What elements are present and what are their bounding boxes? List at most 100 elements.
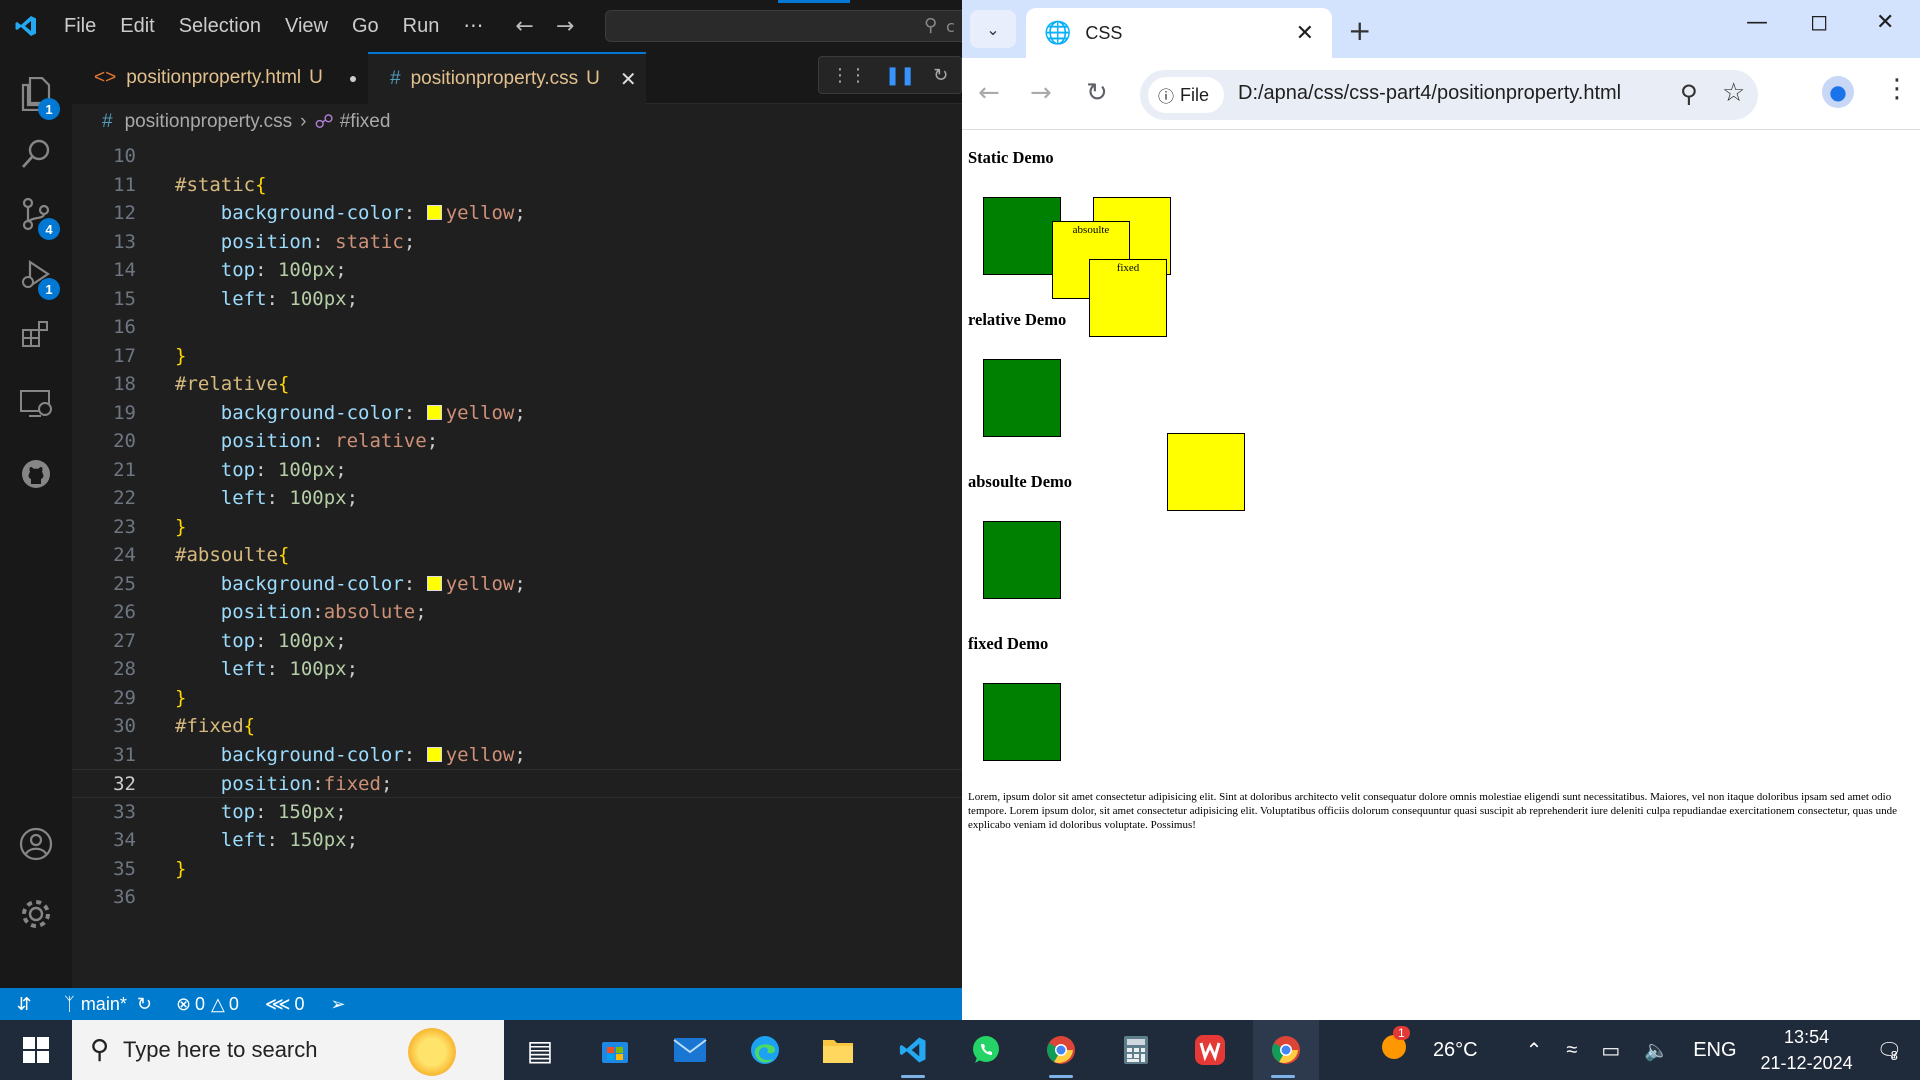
microsoft-store-icon[interactable] bbox=[585, 1020, 645, 1080]
code-line[interactable]: 20 position: relative; bbox=[72, 427, 962, 456]
live-share-icon[interactable]: ➢ bbox=[331, 994, 346, 1015]
color-swatch-icon[interactable] bbox=[426, 205, 442, 220]
code-line[interactable]: 27 top: 100px; bbox=[72, 627, 962, 656]
new-tab-icon[interactable]: + bbox=[1348, 14, 1371, 47]
sync-icon[interactable]: ↻ bbox=[137, 994, 152, 1015]
drag-handle-icon[interactable]: ⋮⋮ bbox=[831, 65, 867, 86]
source-control-icon[interactable]: 4 bbox=[0, 184, 72, 244]
code-line[interactable]: 26 position:absolute; bbox=[72, 598, 962, 627]
command-center-search[interactable]: ⚲ c bbox=[605, 10, 962, 42]
url-text[interactable]: D:/apna/css/css-part4/positionproperty.h… bbox=[1238, 82, 1621, 105]
warning-icon[interactable]: △ bbox=[211, 994, 225, 1015]
menu-go[interactable]: Go bbox=[340, 0, 391, 52]
color-swatch-icon[interactable] bbox=[426, 575, 442, 591]
file-explorer-icon[interactable] bbox=[808, 1020, 868, 1080]
edge-browser-icon[interactable] bbox=[735, 1020, 795, 1080]
manage-gear-icon[interactable] bbox=[0, 884, 72, 944]
menu-run[interactable]: Run bbox=[391, 0, 452, 52]
wifi-icon[interactable]: ≈ bbox=[1566, 1039, 1577, 1062]
code-line[interactable]: 19 background-color: yellow; bbox=[72, 399, 962, 428]
search-view-icon[interactable] bbox=[0, 124, 72, 184]
code-line[interactable]: 34 left: 150px; bbox=[72, 826, 962, 855]
code-line[interactable]: 22 left: 100px; bbox=[72, 484, 962, 513]
code-line[interactable]: 21 top: 100px; bbox=[72, 456, 962, 485]
color-swatch-icon[interactable] bbox=[426, 746, 442, 762]
chrome-profile-taskbar-icon[interactable] bbox=[1031, 1020, 1091, 1080]
code-line[interactable]: 15 left: 100px; bbox=[72, 285, 962, 314]
run-debug-icon[interactable]: 1 bbox=[0, 244, 72, 304]
browser-tab[interactable]: 🌐 CSS ✕ bbox=[1026, 8, 1332, 58]
task-view-icon[interactable]: ▤ bbox=[510, 1020, 570, 1080]
code-line[interactable]: 28 left: 100px; bbox=[72, 655, 962, 684]
github-icon[interactable] bbox=[0, 444, 72, 504]
calculator-icon[interactable] bbox=[1106, 1020, 1166, 1080]
menu-kebab-icon[interactable]: ⋮ bbox=[1884, 74, 1910, 104]
code-line[interactable]: 17} bbox=[72, 342, 962, 371]
clock[interactable]: 13:54 21-12-2024 bbox=[1761, 1024, 1853, 1076]
code-line[interactable]: 31 background-color: yellow; bbox=[72, 741, 962, 770]
menu-edit[interactable]: Edit bbox=[108, 0, 166, 52]
color-swatch-icon[interactable] bbox=[426, 404, 442, 420]
code-line[interactable]: 10 bbox=[72, 142, 962, 171]
language-indicator[interactable]: ENG bbox=[1693, 1039, 1736, 1062]
accounts-icon[interactable] bbox=[0, 814, 72, 874]
remote-indicator-icon[interactable]: ⇵ bbox=[0, 994, 48, 1015]
menu-file[interactable]: File bbox=[52, 0, 108, 52]
vscode-taskbar-icon[interactable] bbox=[883, 1020, 943, 1080]
code-line[interactable]: 18 #relative{ bbox=[72, 370, 962, 399]
code-line[interactable]: 16 bbox=[72, 313, 962, 342]
forward-arrow-icon[interactable]: → bbox=[556, 14, 574, 39]
bookmark-star-icon[interactable]: ☆ bbox=[1722, 78, 1745, 108]
volume-icon[interactable]: 🔈 bbox=[1644, 1038, 1669, 1063]
step-over-icon[interactable]: ↻ bbox=[933, 65, 948, 86]
back-arrow-icon[interactable]: ← bbox=[515, 14, 533, 39]
profile-avatar[interactable]: ● bbox=[1822, 76, 1854, 108]
weather-icon[interactable]: 1 bbox=[1379, 1026, 1410, 1068]
code-line[interactable]: 29} bbox=[72, 684, 962, 713]
back-icon[interactable]: ← bbox=[978, 78, 1000, 108]
code-editor[interactable]: 10 11 #static{12 background-color: yellow;… bbox=[72, 140, 962, 988]
code-line[interactable]: 11 #static{ bbox=[72, 171, 962, 200]
menu-more[interactable]: ⋯ bbox=[451, 0, 495, 52]
code-line[interactable]: 23} bbox=[72, 513, 962, 542]
reload-icon[interactable]: ↻ bbox=[1086, 78, 1108, 108]
error-icon[interactable]: ⊗ bbox=[176, 994, 191, 1015]
ports-icon[interactable]: ⋘ bbox=[265, 994, 291, 1015]
extensions-icon[interactable] bbox=[0, 304, 72, 364]
explorer-icon[interactable]: 1 bbox=[0, 64, 72, 124]
breadcrumb-file[interactable]: positionproperty.css bbox=[125, 111, 293, 133]
mail-icon[interactable] bbox=[660, 1020, 720, 1080]
maximize-icon[interactable]: ◻ bbox=[1810, 10, 1828, 35]
code-line[interactable]: 30 #fixed{ bbox=[72, 712, 962, 741]
chevron-up-icon[interactable]: ⌃ bbox=[1526, 1038, 1543, 1063]
code-line[interactable]: 25 background-color: yellow; bbox=[72, 570, 962, 599]
close-tab-icon[interactable]: ✕ bbox=[1296, 21, 1314, 46]
address-bar[interactable]: ⓘ File D:/apna/css/css-part4/positionpro… bbox=[1140, 70, 1758, 120]
site-info-chip[interactable]: ⓘ File bbox=[1148, 77, 1224, 113]
code-line[interactable]: 36 bbox=[72, 883, 962, 912]
minimize-icon[interactable]: — bbox=[1746, 10, 1768, 35]
temperature[interactable]: 26°C bbox=[1433, 1039, 1478, 1062]
tab-search-chevron-icon[interactable]: ⌄ bbox=[970, 10, 1016, 48]
code-line[interactable]: 35} bbox=[72, 855, 962, 884]
battery-icon[interactable]: ▭ bbox=[1601, 1038, 1620, 1063]
zoom-icon[interactable]: ⚲ bbox=[1680, 80, 1698, 108]
code-line[interactable]: 12 background-color: yellow; bbox=[72, 199, 962, 228]
code-line[interactable]: 33 top: 150px; bbox=[72, 798, 962, 827]
code-line[interactable]: 24 #absoulte{ bbox=[72, 541, 962, 570]
code-line[interactable]: 32 position:fixed; bbox=[72, 769, 962, 798]
whatsapp-icon[interactable] bbox=[956, 1020, 1016, 1080]
unsaved-dot-icon[interactable]: ● bbox=[349, 70, 357, 86]
menu-selection[interactable]: Selection bbox=[167, 0, 273, 52]
pause-icon[interactable]: ❚❚ bbox=[885, 65, 915, 86]
chrome-taskbar-icon[interactable] bbox=[1253, 1020, 1319, 1080]
close-window-icon[interactable]: ✕ bbox=[1876, 10, 1894, 35]
breadcrumb-symbol[interactable]: #fixed bbox=[340, 111, 391, 133]
wps-office-icon[interactable] bbox=[1180, 1020, 1240, 1080]
code-line[interactable]: 13 position: static; bbox=[72, 228, 962, 257]
remote-explorer-icon[interactable] bbox=[0, 374, 72, 434]
close-icon[interactable]: ✕ bbox=[620, 67, 637, 92]
tab-positionproperty-css[interactable]: # positionproperty.css U ✕ bbox=[368, 52, 646, 104]
menu-view[interactable]: View bbox=[273, 0, 340, 52]
notifications-icon[interactable]: 🗨 8 bbox=[1877, 1038, 1902, 1063]
